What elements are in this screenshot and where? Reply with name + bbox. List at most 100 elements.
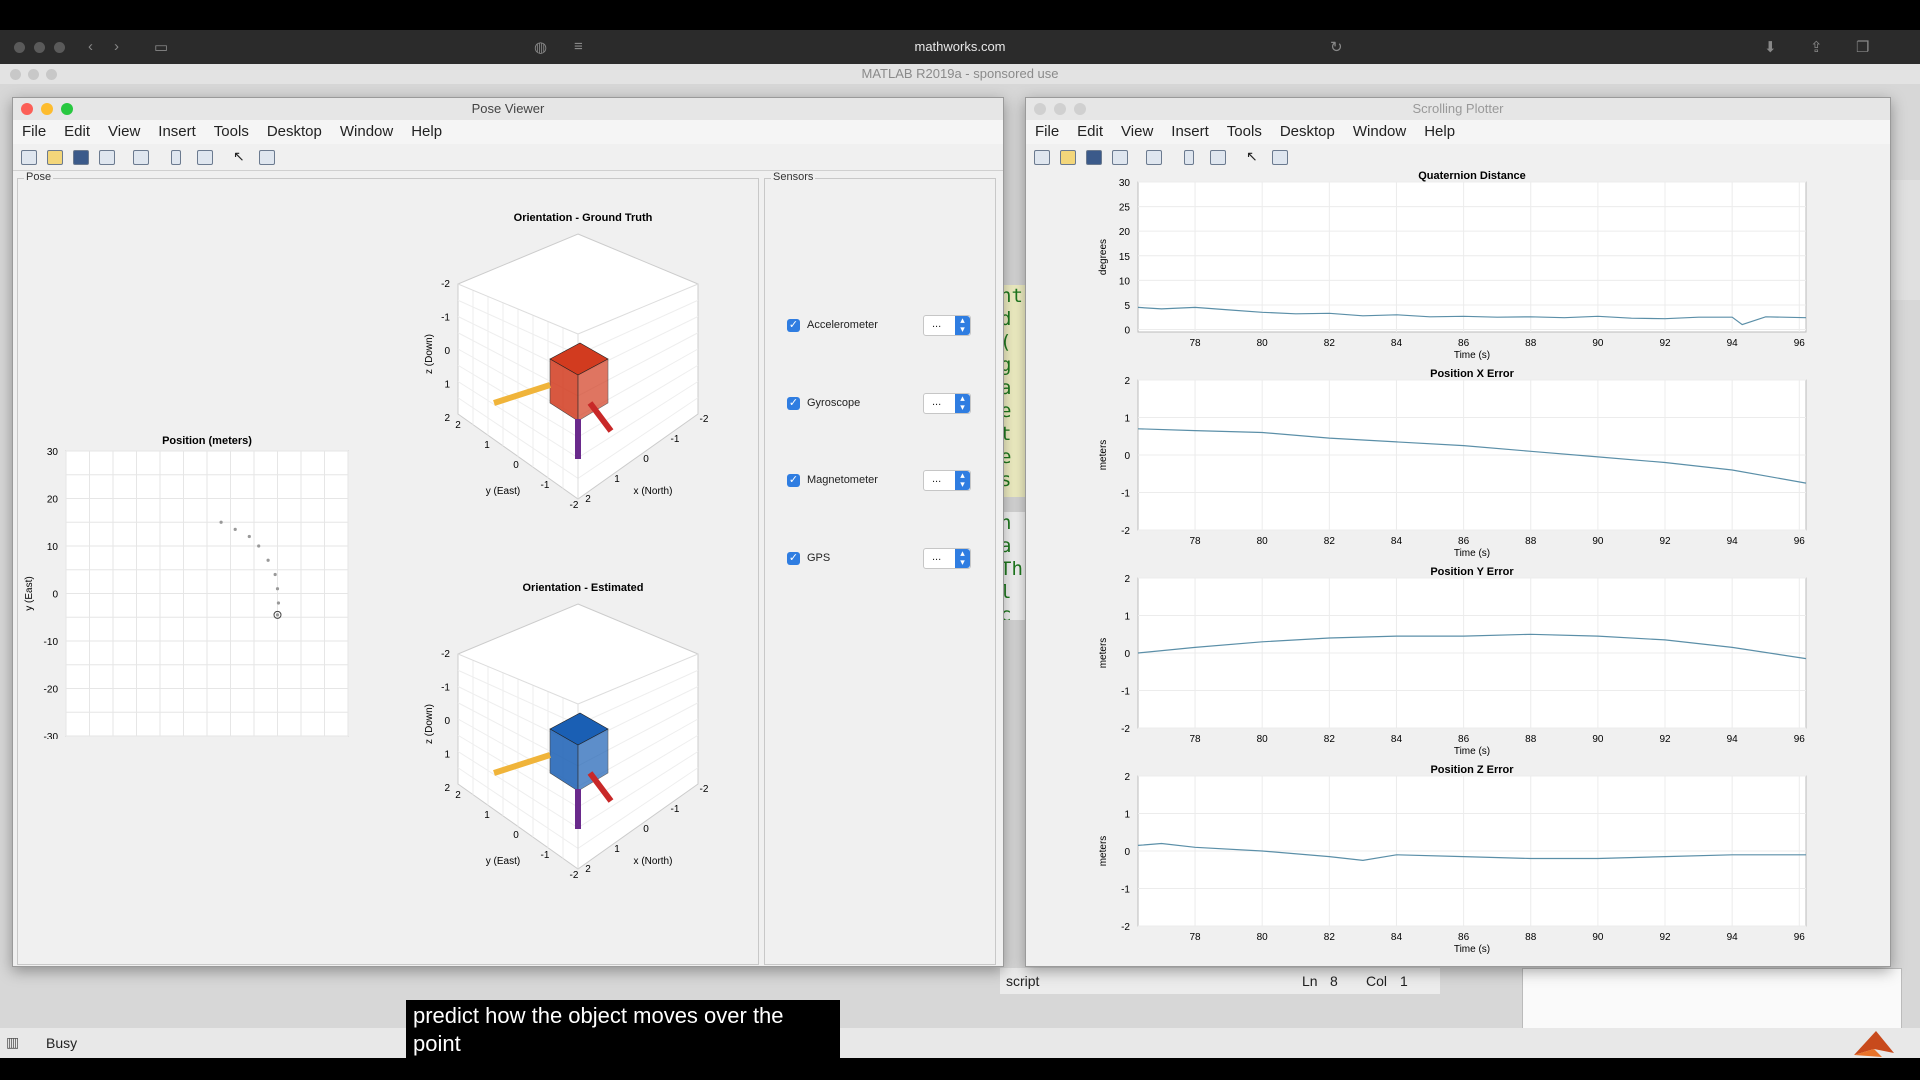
download-icon[interactable]: ⬇ — [1764, 38, 1777, 56]
menu-file[interactable]: File — [1026, 120, 1068, 140]
sensor-checkbox[interactable]: ✓ — [787, 474, 800, 487]
menu-window[interactable]: Window — [1344, 120, 1415, 140]
menu-view[interactable]: View — [1112, 120, 1162, 140]
busy-status: Busy — [46, 1035, 78, 1051]
scrolling-plotter-window[interactable]: Scrolling Plotter File Edit View Insert Tool… — [1025, 97, 1891, 967]
sensor-checkbox[interactable]: ✓ — [787, 397, 800, 410]
privacy-icon[interactable]: ◍ — [534, 38, 547, 56]
menu-edit[interactable]: Edit — [1068, 120, 1112, 140]
y-tick-label: 0 — [1124, 326, 1130, 337]
pointer-icon[interactable]: ↖ — [1246, 148, 1258, 165]
x-tick-label: -2 — [700, 414, 709, 425]
open-icon[interactable] — [47, 150, 63, 165]
y-tick-label: 2 — [1124, 772, 1130, 783]
forward-icon[interactable]: › — [114, 38, 119, 55]
x-axis-label: x (North) — [634, 486, 673, 497]
save-icon[interactable] — [73, 150, 89, 165]
colorbar-icon[interactable] — [171, 150, 181, 165]
reload-icon[interactable]: ↻ — [1330, 38, 1343, 56]
menu-window[interactable]: Window — [331, 120, 402, 140]
link-icon[interactable] — [133, 150, 149, 165]
y-tick-label: 2 — [1124, 574, 1130, 585]
y-tick-label: -1 — [541, 850, 550, 861]
back-icon[interactable]: ‹ — [88, 38, 93, 55]
link-icon[interactable] — [1146, 150, 1162, 165]
y-tick-label: 1 — [1124, 612, 1130, 623]
sensor-noise-popup[interactable]: ... ▴ ▾ — [923, 393, 971, 414]
menu-tools[interactable]: Tools — [205, 120, 258, 140]
col-number: 1 — [1400, 973, 1408, 989]
legend-icon[interactable] — [1210, 150, 1226, 165]
open-icon[interactable] — [1060, 150, 1076, 165]
menu-help[interactable]: Help — [1415, 120, 1464, 140]
sensor-checkbox[interactable]: ✓ — [787, 319, 800, 332]
pose-panel: Pose Position (meters)3020100-10-20-3030… — [17, 171, 759, 965]
menu-desktop[interactable]: Desktop — [258, 120, 331, 140]
new-figure-icon[interactable] — [1034, 150, 1050, 165]
scrolling-plotter-titlebar[interactable]: Scrolling Plotter — [1026, 98, 1890, 121]
y-tick-label: 1 — [484, 440, 490, 451]
chevron-updown-icon[interactable]: ▴ ▾ — [955, 394, 970, 413]
x-tick-label: 86 — [1458, 734, 1470, 745]
pointer-icon[interactable]: ↖ — [233, 148, 245, 165]
print-icon[interactable] — [99, 150, 115, 165]
z-axis-label: z (Down) — [424, 704, 435, 744]
share-icon[interactable]: ⇪ — [1810, 38, 1823, 56]
chevron-updown-icon[interactable]: ▴ ▾ — [955, 549, 970, 568]
menu-help[interactable]: Help — [402, 120, 451, 140]
trajectory-point — [257, 544, 261, 548]
x-axis-label: Time (s) — [1454, 350, 1490, 361]
x-tick-label: 82 — [1324, 536, 1336, 547]
property-editor-icon[interactable] — [1272, 150, 1288, 165]
menu-file[interactable]: File — [13, 120, 55, 140]
colorbar-icon[interactable] — [1184, 150, 1194, 165]
x-tick-label: 0 — [643, 454, 649, 465]
menu-edit[interactable]: Edit — [55, 120, 99, 140]
reader-icon[interactable]: ≡ — [574, 38, 583, 55]
trajectory-point — [219, 520, 223, 524]
position-plot[interactable]: Position (meters)3020100-10-20-303020100… — [18, 179, 378, 739]
menu-insert[interactable]: Insert — [1162, 120, 1218, 140]
property-editor-icon[interactable] — [259, 150, 275, 165]
sensor-noise-popup[interactable]: ... ▴ ▾ — [923, 548, 971, 569]
address-bar[interactable]: mathworks.com — [880, 39, 1040, 54]
sidebar-icon[interactable]: ▭ — [154, 38, 168, 56]
chevron-updown-icon[interactable]: ▴ ▾ — [955, 316, 970, 335]
x-tick-label: 86 — [1458, 932, 1470, 943]
pose-viewer-titlebar[interactable]: Pose Viewer — [13, 98, 1003, 121]
x-tick-label: 80 — [1257, 932, 1269, 943]
sensor-noise-popup[interactable]: ... ▴ ▾ — [923, 315, 971, 336]
zoom-button[interactable] — [61, 103, 73, 115]
menu-desktop[interactable]: Desktop — [1271, 120, 1344, 140]
z-tick-label: 1 — [444, 380, 450, 391]
tabs-icon[interactable]: ❐ — [1856, 38, 1869, 56]
menu-insert[interactable]: Insert — [149, 120, 205, 140]
editor-status-bar: script Ln 8 Col 1 — [1000, 968, 1440, 994]
matlab-logo-icon — [1854, 1031, 1894, 1057]
close-button[interactable] — [21, 103, 33, 115]
zoom-button[interactable] — [1074, 103, 1086, 115]
zoom-dot[interactable] — [54, 42, 65, 53]
sensor-checkbox[interactable]: ✓ — [787, 552, 800, 565]
menu-tools[interactable]: Tools — [1218, 120, 1271, 140]
close-button[interactable] — [1034, 103, 1046, 115]
menu-view[interactable]: View — [99, 120, 149, 140]
x-tick-label: 78 — [1190, 338, 1202, 349]
print-icon[interactable] — [1112, 150, 1128, 165]
x-tick-label: 94 — [1727, 734, 1739, 745]
chevron-updown-icon[interactable]: ▴ ▾ — [955, 471, 970, 490]
minimize-button[interactable] — [1054, 103, 1066, 115]
new-figure-icon[interactable] — [21, 150, 37, 165]
scrolling-plots[interactable]: Quaternion Distance 78 80 82 84 86 88 90 92 94 96 0… — [1026, 170, 1888, 965]
x-axis-label: Time (s) — [1454, 746, 1490, 757]
minimize-dot[interactable] — [34, 42, 45, 53]
orientation-plots[interactable]: Orientation - Ground Truth-2-1012210-1-2… — [418, 209, 738, 959]
save-icon[interactable] — [1086, 150, 1102, 165]
x-tick-label: 80 — [1257, 338, 1269, 349]
pose-viewer-window[interactable]: Pose Viewer File Edit View Insert Tools Deskt… — [12, 97, 1004, 967]
close-dot[interactable] — [14, 42, 25, 53]
minimize-button[interactable] — [41, 103, 53, 115]
x-tick-label: 78 — [1190, 932, 1202, 943]
legend-icon[interactable] — [197, 150, 213, 165]
sensor-noise-popup[interactable]: ... ▴ ▾ — [923, 470, 971, 491]
